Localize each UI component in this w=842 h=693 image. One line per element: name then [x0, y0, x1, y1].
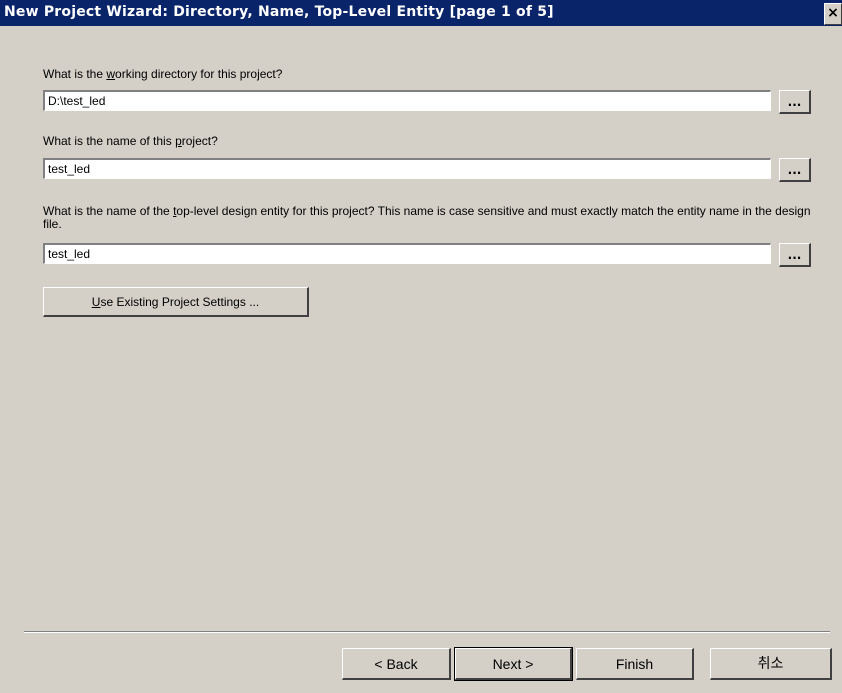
top-level-label: What is the name of the top-level design…: [43, 205, 823, 231]
top-level-label-pre: What is the name of the: [43, 204, 174, 218]
use-existing-project-settings-button[interactable]: Use Existing Project Settings ...: [43, 287, 309, 317]
project-name-label: What is the name of this project?: [43, 134, 218, 148]
directory-label-accel: w: [106, 67, 116, 81]
cancel-button[interactable]: 취소: [710, 648, 832, 680]
title-bar: New Project Wizard: Directory, Name, Top…: [0, 0, 842, 26]
top-level-entity-input[interactable]: test_led: [43, 243, 771, 264]
directory-input[interactable]: D:\test_led: [43, 90, 771, 111]
directory-browse-button[interactable]: ...: [779, 90, 811, 114]
directory-label-pre: What is the: [43, 67, 107, 81]
back-button[interactable]: < Back: [342, 648, 451, 680]
project-name-label-post: roject?: [181, 134, 218, 148]
directory-label: What is the working directory for this p…: [43, 67, 282, 81]
close-icon: ×: [827, 5, 839, 21]
next-button[interactable]: Next >: [454, 647, 573, 681]
top-level-browse-button[interactable]: ...: [779, 243, 811, 267]
project-name-label-accel: p: [175, 134, 182, 148]
project-name-label-pre: What is the name of this: [43, 134, 176, 148]
settings-label: se Existing Project Settings ...: [100, 295, 260, 309]
directory-label-post: orking directory for this project?: [115, 67, 283, 81]
close-button[interactable]: ×: [824, 3, 842, 25]
window-title: New Project Wizard: Directory, Name, Top…: [4, 4, 554, 20]
project-name-input[interactable]: test_led: [43, 158, 771, 179]
project-name-browse-button[interactable]: ...: [779, 158, 811, 182]
finish-button[interactable]: Finish: [576, 648, 694, 680]
footer-separator: [24, 631, 830, 633]
